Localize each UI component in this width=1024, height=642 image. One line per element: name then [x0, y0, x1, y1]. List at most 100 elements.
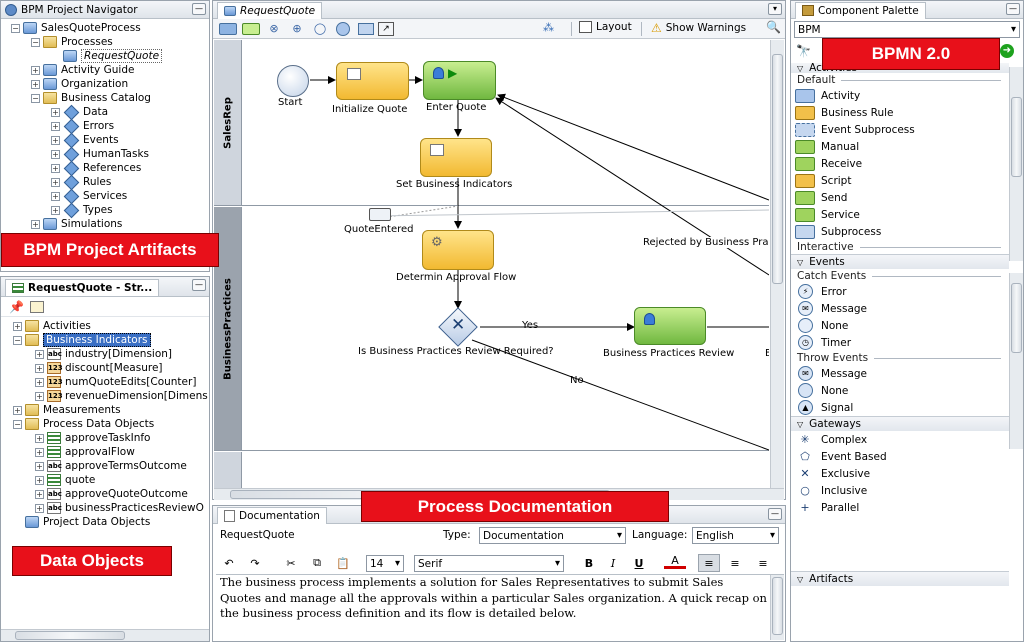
palette-subsection-throw[interactable]: Throw Events	[791, 351, 1009, 365]
nav-tree-item[interactable]: + Activity Guide	[1, 63, 209, 77]
palette-section-gateways[interactable]: ▽ Gateways	[791, 416, 1009, 431]
palette-item[interactable]: Send	[791, 189, 1009, 206]
palette-item[interactable]: Service	[791, 206, 1009, 223]
undo-icon[interactable]: ↶	[218, 554, 240, 572]
palette-item[interactable]: ✉ Message	[791, 365, 1009, 382]
canvas-vscrollbar[interactable]	[770, 40, 784, 488]
layout-button[interactable]: Layout	[579, 21, 632, 33]
palette-item[interactable]: Business Rule	[791, 104, 1009, 121]
palette-item[interactable]: ○ Inclusive	[791, 482, 1009, 499]
expand-toggle-icon[interactable]: +	[51, 121, 60, 131]
expand-toggle-icon[interactable]: +	[35, 391, 44, 401]
expand-toggle-icon[interactable]: +	[31, 65, 40, 75]
editor-menu-button[interactable]: ▾	[768, 3, 782, 15]
initialize-quote-task[interactable]	[336, 62, 409, 100]
copy-icon[interactable]: ⧉	[306, 554, 328, 572]
palette-item[interactable]: Script	[791, 172, 1009, 189]
set-business-indicators-task[interactable]	[420, 138, 492, 177]
palette-vscrollbar-2[interactable]	[1009, 273, 1023, 449]
quote-entered-event[interactable]	[369, 208, 391, 221]
documentation-tab[interactable]: Documentation	[217, 506, 327, 524]
structure-tree-item[interactable]: + abc industry[Dimension]	[1, 347, 209, 361]
expand-toggle-icon[interactable]: +	[13, 321, 22, 331]
minimize-structure-button[interactable]: —	[192, 279, 206, 291]
palette-item[interactable]: ✕ Exclusive	[791, 465, 1009, 482]
palette-section-events[interactable]: ▽ Events	[791, 254, 1009, 269]
pin-icon[interactable]: 📌	[9, 300, 24, 314]
nav-tree-item[interactable]: + HumanTasks	[1, 146, 209, 162]
palette-tab[interactable]: Component Palette	[795, 1, 926, 19]
doc-vscrollbar[interactable]	[770, 575, 784, 640]
palette-item[interactable]: None	[791, 382, 1009, 399]
structure-hscrollbar[interactable]	[1, 629, 209, 641]
nav-tree-item[interactable]: + References	[1, 160, 209, 176]
palette-item[interactable]: Receive	[791, 155, 1009, 172]
nav-tree-item[interactable]: + Rules	[1, 174, 209, 190]
expand-toggle-icon[interactable]: +	[31, 219, 40, 229]
align-right-icon[interactable]: ≡	[752, 554, 774, 572]
palette-item[interactable]: ⚡ Error	[791, 283, 1009, 300]
structure-tree-item[interactable]: + approveTaskInfo	[1, 431, 209, 445]
nav-tree-item[interactable]: − Business Catalog	[1, 91, 209, 105]
underline-icon[interactable]: U	[628, 554, 650, 572]
palette-item[interactable]: ⬠ Event Based	[791, 448, 1009, 465]
expand-toggle-icon[interactable]: +	[35, 489, 44, 499]
palette-search-icon[interactable]: 🔭	[796, 44, 811, 58]
expand-toggle-icon[interactable]: −	[13, 335, 22, 345]
structure-tree-item[interactable]: + approvalFlow	[1, 445, 209, 459]
bold-icon[interactable]: B	[578, 554, 600, 572]
redo-icon[interactable]: ↷	[244, 554, 266, 572]
parallel-tool-icon[interactable]: ⊕	[286, 20, 308, 38]
minimize-palette-button[interactable]: —	[1006, 3, 1020, 15]
nav-tree-item[interactable]: + Simulations	[1, 217, 209, 231]
expand-toggle-icon[interactable]: +	[35, 377, 44, 387]
palette-item[interactable]: Activity	[791, 87, 1009, 104]
structure-tree-item[interactable]: + abc approveTermsOutcome	[1, 459, 209, 473]
palette-item[interactable]: ▲ Signal	[791, 399, 1009, 416]
nav-tree-item[interactable]: + Errors	[1, 118, 209, 134]
show-warnings-button[interactable]: ⚠ Show Warnings	[651, 21, 746, 35]
structure-tree-item[interactable]: + abc approveQuoteOutcome	[1, 487, 209, 501]
nav-tree-item[interactable]: + Organization	[1, 77, 209, 91]
palette-item[interactable]: None	[791, 317, 1009, 334]
palette-subsection-default[interactable]: Default	[791, 73, 1009, 87]
structure-tree-item[interactable]: + Activities	[1, 319, 209, 333]
structure-tree-item[interactable]: − Business Indicators	[1, 333, 209, 347]
font-size-select[interactable]: 14	[366, 555, 404, 572]
palette-section-artifacts[interactable]: ▽ Artifacts	[791, 571, 1009, 586]
end-event-tool-icon[interactable]	[332, 20, 354, 38]
nav-tree-item[interactable]: + Data	[1, 104, 209, 120]
nav-tree-item[interactable]: + Services	[1, 188, 209, 204]
expand-toggle-icon[interactable]: +	[35, 475, 44, 485]
nav-tree-item[interactable]: RequestQuote	[1, 49, 209, 63]
connector-tool-icon[interactable]: ↗	[378, 21, 394, 36]
minimize-documentation-button[interactable]: —	[768, 508, 782, 520]
palette-item[interactable]: + Parallel	[791, 499, 1009, 516]
business-practices-review-task[interactable]	[634, 307, 706, 345]
palette-vscrollbar-1[interactable]	[1009, 67, 1023, 261]
start-event[interactable]	[277, 65, 309, 97]
expand-toggle-icon[interactable]: +	[35, 461, 44, 471]
palette-item[interactable]: Subprocess	[791, 223, 1009, 240]
palette-item[interactable]: ◷ Timer	[791, 334, 1009, 351]
structure-tree-item[interactable]: +123 numQuoteEdits[Counter]	[1, 375, 209, 389]
enter-quote-task[interactable]: ▶	[423, 61, 496, 100]
palette-item[interactable]: Event Subprocess	[791, 121, 1009, 138]
structure-tab[interactable]: RequestQuote - Str...	[5, 278, 160, 296]
zoom-search-icon[interactable]: 🔍	[766, 20, 781, 34]
gateway-tool-icon[interactable]: ⊗	[263, 20, 285, 38]
paste-icon[interactable]: 📋	[332, 554, 354, 572]
italic-icon[interactable]: I	[602, 554, 624, 572]
event-tool-icon[interactable]: ◯	[309, 20, 331, 38]
expand-toggle-icon[interactable]: −	[11, 23, 20, 33]
determine-approval-flow-task[interactable]: ⚙	[422, 230, 494, 270]
nav-tree-item[interactable]: + Types	[1, 202, 209, 218]
expand-toggle-icon[interactable]: −	[31, 93, 40, 103]
expand-toggle-icon[interactable]: +	[35, 363, 44, 373]
nav-tree-item[interactable]: − SalesQuoteProcess	[1, 21, 209, 35]
palette-subsection-interactive[interactable]: Interactive	[791, 240, 1009, 254]
structure-tree-item[interactable]: + Measurements	[1, 403, 209, 417]
palette-add-icon[interactable]: ➜	[1000, 44, 1014, 58]
palette-item[interactable]: ✳ Complex	[791, 431, 1009, 448]
nav-tree-item[interactable]: − Processes	[1, 35, 209, 49]
